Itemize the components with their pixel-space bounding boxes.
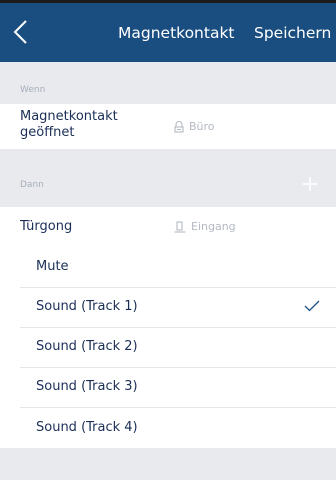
- option-label: Mute: [36, 259, 69, 274]
- trigger-room-label: Büro: [189, 120, 215, 133]
- chime-icon: [174, 220, 186, 233]
- save-button[interactable]: Speichern: [254, 24, 331, 42]
- list-item[interactable]: Sound (Track 3): [0, 368, 336, 407]
- option-label: Sound (Track 1): [36, 299, 138, 314]
- option-label: Sound (Track 4): [36, 420, 138, 435]
- action-location: Eingang: [174, 220, 236, 233]
- add-action-button[interactable]: [303, 173, 317, 195]
- trigger-row[interactable]: Magnetkontakt geöffnet Büro: [0, 104, 336, 149]
- list-item[interactable]: Sound (Track 4): [0, 408, 336, 448]
- list-item[interactable]: Sound (Track 1): [0, 288, 336, 327]
- action-label: Türgong: [20, 219, 73, 234]
- checkmark-icon: [304, 300, 320, 312]
- sound-options-list: Mute Sound (Track 1) Sound (Track 2) Sou…: [0, 247, 336, 448]
- section-label-wenn: Wenn: [20, 85, 46, 95]
- option-label: Sound (Track 2): [36, 339, 138, 354]
- section-header-wenn: Wenn: [0, 62, 336, 104]
- list-item[interactable]: Mute: [0, 247, 336, 287]
- navigation-bar: Magnetkontakt Speichern: [0, 3, 336, 62]
- list-item[interactable]: Sound (Track 2): [0, 328, 336, 367]
- plus-icon: [303, 177, 317, 191]
- door-sensor-icon: [174, 120, 184, 133]
- section-header-dann: Dann: [0, 149, 336, 207]
- action-row[interactable]: Türgong Eingang: [0, 207, 336, 247]
- trigger-label: Magnetkontakt geöffnet: [20, 109, 118, 141]
- back-button[interactable]: [10, 17, 32, 47]
- trigger-label-line1: Magnetkontakt: [20, 109, 118, 124]
- page-title: Magnetkontakt: [118, 24, 235, 42]
- bottom-spacer: [0, 448, 336, 480]
- option-label: Sound (Track 3): [36, 379, 138, 394]
- chevron-left-icon: [13, 20, 27, 44]
- trigger-label-line2: geöffnet: [20, 125, 75, 140]
- section-label-dann: Dann: [20, 180, 44, 190]
- action-location-label: Eingang: [191, 220, 236, 233]
- trigger-room: Büro: [174, 120, 215, 133]
